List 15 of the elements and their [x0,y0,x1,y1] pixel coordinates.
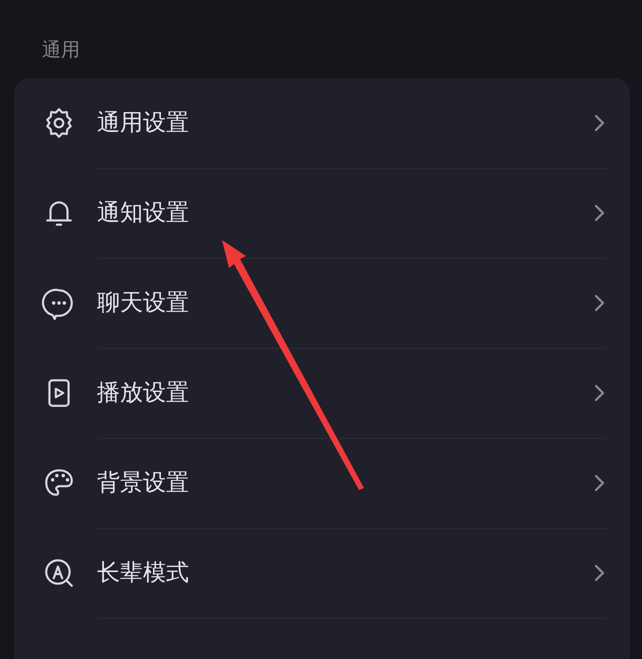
settings-item[interactable]: 长辈模式 [97,560,189,586]
chevron-icon [592,292,606,312]
chevron-icon [592,112,606,132]
chevron-icon [592,382,606,402]
settings-item[interactable]: 通用设置 [97,110,189,136]
chat-bubble-icon [42,286,76,320]
chevron-icon [592,472,606,492]
chevron-icon [592,202,606,222]
section-title: 通用 [42,39,80,61]
magnifier-icon [42,556,76,590]
settings-item[interactable]: 播放设置 [97,380,189,406]
chevron-icon [592,562,606,582]
settings-item[interactable]: 聊天设置 [97,290,189,316]
settings-item[interactable]: 背景设置 [97,470,189,496]
settings-item[interactable]: 通知设置 [97,200,189,226]
